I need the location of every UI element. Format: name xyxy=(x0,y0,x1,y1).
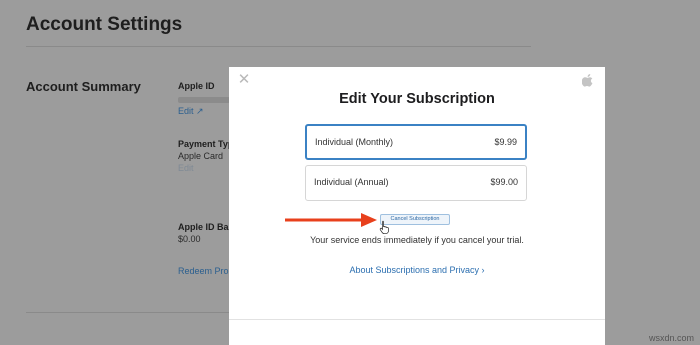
plan-name: Individual (Annual) xyxy=(314,177,389,187)
trial-note: Your service ends immediately if you can… xyxy=(310,235,524,245)
about-subscriptions-link[interactable]: About Subscriptions and Privacy › xyxy=(229,265,605,275)
plan-name: Individual (Monthly) xyxy=(315,137,394,147)
plan-option-annual[interactable]: Individual (Annual) $99.00 xyxy=(305,165,527,201)
apple-icon xyxy=(582,74,593,87)
section-title: Account Summary xyxy=(26,79,141,94)
payment-type-value: Apple Card xyxy=(178,151,224,161)
modal-title: Edit Your Subscription xyxy=(339,91,495,107)
page-title: Account Settings xyxy=(26,14,183,35)
plan-price: $99.00 xyxy=(490,177,518,187)
payment-type-label: Payment Typ xyxy=(178,139,234,149)
watermark: wsxdn.com xyxy=(648,333,694,343)
balance-value: $0.00 xyxy=(178,234,201,244)
hand-cursor-icon xyxy=(379,220,389,234)
apple-id-label: Apple ID xyxy=(178,81,215,91)
payment-edit-link[interactable]: Edit xyxy=(178,163,194,173)
close-icon[interactable]: ✕ xyxy=(237,72,251,87)
red-arrow-icon xyxy=(285,213,377,227)
plan-price: $9.99 xyxy=(494,137,517,147)
apple-id-value-redacted xyxy=(178,97,230,103)
modal-footer-divider xyxy=(229,319,605,320)
apple-id-edit-link[interactable]: Edit ↗ xyxy=(178,106,204,117)
plan-option-monthly[interactable]: Individual (Monthly) $9.99 xyxy=(305,124,527,160)
top-divider xyxy=(26,46,531,47)
redeem-link[interactable]: Redeem Pron xyxy=(178,266,234,276)
balance-label: Apple ID Bal xyxy=(178,222,232,232)
edit-subscription-dialog: ✕ Edit Your Subscription Individual (Mon… xyxy=(229,67,605,345)
